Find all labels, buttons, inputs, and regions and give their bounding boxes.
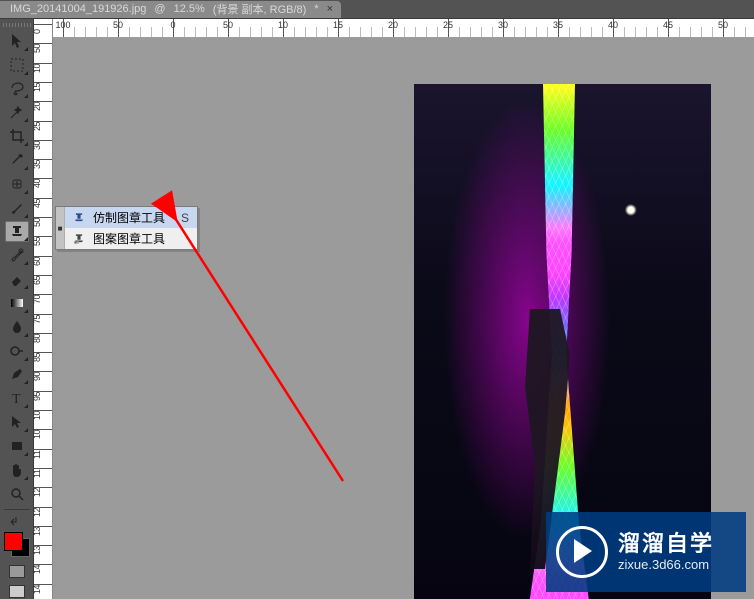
ruler-x-label: 50	[113, 20, 123, 30]
pen-tool[interactable]	[5, 364, 29, 386]
tab-layer-info: 背景 副本, RGB/8	[216, 4, 302, 16]
move-tool[interactable]	[5, 30, 29, 52]
pattern-stamp-icon	[71, 232, 87, 246]
eraser-tool[interactable]	[5, 268, 29, 290]
ruler-x-label: 50	[223, 20, 233, 30]
clone-stamp-flyout: ■ 仿制图章工具 S 图案图章工具	[55, 206, 198, 250]
watermark-url: zixue.3d66.com	[618, 557, 714, 573]
close-icon[interactable]: ×	[327, 3, 333, 15]
ruler-y-label: 65	[32, 276, 42, 285]
hand-tool[interactable]	[5, 459, 29, 481]
svg-text:T: T	[12, 392, 21, 407]
ruler-y-label: 40	[32, 179, 42, 188]
ruler-y-label: 14	[32, 585, 42, 594]
rectangle-shape-tool[interactable]	[5, 435, 29, 457]
ruler-y-label: 10	[32, 64, 42, 73]
ruler-y-label: 12	[32, 507, 42, 516]
ruler-x-label: 45	[663, 20, 673, 30]
tab-filename: IMG_20141004_191926.jpg	[10, 3, 146, 15]
ruler-x-label: 25	[443, 20, 453, 30]
clone-stamp-tool[interactable]	[5, 221, 29, 243]
ruler-y-label: 95	[32, 392, 42, 401]
document-tab[interactable]: IMG_20141004_191926.jpg @ 12.5% (背景 副本, …	[0, 1, 341, 18]
ruler-x-label: 0	[170, 20, 175, 30]
flyout-item-shortcut: S	[181, 211, 189, 225]
ruler-y-label: 30	[32, 141, 42, 150]
ruler-y-label: 14	[32, 565, 42, 574]
type-tool[interactable]: T	[5, 387, 29, 409]
ruler-y-label: 85	[32, 353, 42, 362]
ruler-y-label: 75	[32, 314, 42, 323]
flyout-drag-strip[interactable]: ■	[56, 207, 65, 249]
toolbox-drag-handle[interactable]	[3, 23, 31, 27]
quick-mask-toggle[interactable]	[3, 562, 31, 580]
history-brush-tool[interactable]	[5, 244, 29, 266]
gradient-tool[interactable]	[5, 292, 29, 314]
magic-wand-tool[interactable]	[5, 101, 29, 123]
ruler-y-label: 55	[32, 237, 42, 246]
ruler-x-label: 15	[333, 20, 343, 30]
ruler-y-label: 45	[32, 199, 42, 208]
ruler-y-label: 50	[32, 44, 42, 53]
ruler-y-label: 13	[32, 546, 42, 555]
flyout-item-label: 仿制图章工具	[93, 209, 165, 226]
screen-mode-toggle[interactable]	[3, 582, 31, 599]
canvas-region: 100 50 0 50 10 15 20 25 30 35 40 45 50 ■ 仿制图章工具 S	[53, 19, 754, 599]
ruler-x-label: 100	[55, 20, 70, 30]
flyout-item-pattern-stamp[interactable]: 图案图章工具	[65, 228, 197, 249]
ruler-x-label: 20	[388, 20, 398, 30]
ruler-horizontal[interactable]: 100 50 0 50 10 15 20 25 30 35 40 45 50	[53, 19, 754, 38]
color-swatches[interactable]	[3, 531, 31, 559]
dodge-tool[interactable]	[5, 340, 29, 362]
stamp-icon	[71, 211, 87, 225]
brush-tool[interactable]	[5, 197, 29, 219]
ruler-x-label: 40	[608, 20, 618, 30]
flyout-item-clone-stamp[interactable]: 仿制图章工具 S	[65, 207, 197, 228]
tab-modified: *	[314, 3, 318, 15]
blur-tool[interactable]	[5, 316, 29, 338]
document-tab-strip: IMG_20141004_191926.jpg @ 12.5% (背景 副本, …	[0, 0, 754, 19]
swap-colors-icon[interactable]	[5, 514, 29, 526]
watermark: 溜溜自学 zixue.3d66.com	[546, 512, 746, 592]
ruler-x-label: 50	[718, 20, 728, 30]
marquee-tool[interactable]	[5, 54, 29, 76]
ruler-y-label: 10	[32, 411, 42, 420]
toolbox: T	[0, 19, 34, 599]
ruler-y-label: 20	[32, 102, 42, 111]
foreground-color[interactable]	[4, 532, 23, 551]
ruler-y-label: 13	[32, 527, 42, 536]
ruler-x-label: 30	[498, 20, 508, 30]
watermark-title: 溜溜自学	[618, 531, 714, 557]
path-selection-tool[interactable]	[5, 411, 29, 433]
flyout-item-label: 图案图章工具	[93, 230, 165, 247]
ruler-y-label: 90	[32, 372, 42, 381]
ruler-y-label: 80	[32, 334, 42, 343]
healing-brush-tool[interactable]	[5, 173, 29, 195]
ruler-y-label: 11	[32, 450, 42, 458]
ruler-vertical[interactable]: // placeholder: actual ticks generated b…	[34, 19, 53, 599]
lasso-tool[interactable]	[5, 78, 29, 100]
play-icon	[556, 526, 608, 578]
tab-zoom: 12.5%	[174, 3, 205, 15]
ruler-y-label: 50	[32, 218, 42, 227]
ruler-y-label: 12	[32, 488, 42, 497]
ruler-x-label: 10	[278, 20, 288, 30]
ruler-x-label: 35	[553, 20, 563, 30]
ruler-y-label: 60	[32, 257, 42, 266]
ruler-y-label: 10	[32, 430, 42, 439]
zoom-tool[interactable]	[5, 483, 29, 505]
ruler-y-label: 0	[32, 29, 42, 34]
crop-tool[interactable]	[5, 125, 29, 147]
ruler-y-label: 35	[32, 160, 42, 169]
eyedropper-tool[interactable]	[5, 149, 29, 171]
ruler-y-label: 70	[32, 295, 42, 304]
ruler-y-label: 11	[32, 470, 42, 478]
ruler-y-label: 25	[32, 121, 42, 130]
ruler-y-label: 15	[32, 83, 42, 92]
